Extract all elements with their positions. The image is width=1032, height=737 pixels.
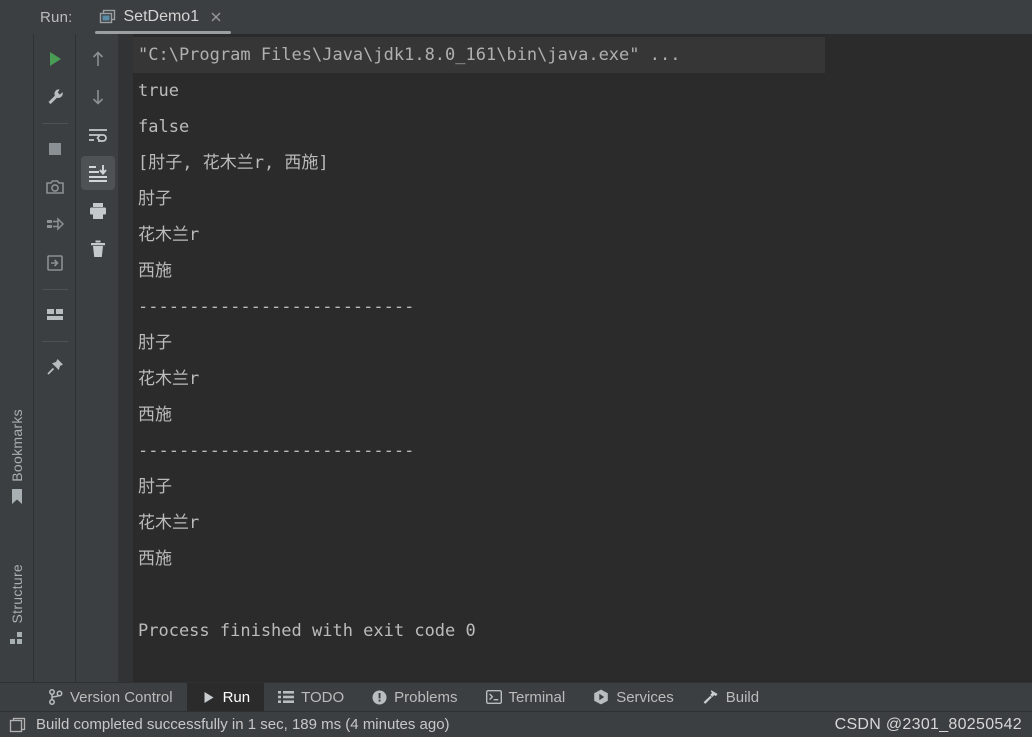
tool-window-tab-label: Terminal (508, 688, 566, 706)
console-line: 西施 (138, 549, 172, 569)
dump-threads-button[interactable] (38, 208, 72, 242)
up-the-stack-trace-button[interactable] (81, 42, 115, 76)
services-icon (593, 689, 609, 705)
rerun-button[interactable] (38, 42, 72, 76)
run-label: Run: (40, 8, 73, 26)
toolbar-separator (42, 289, 68, 290)
structure-icon (9, 630, 25, 646)
stop-square-icon (46, 140, 64, 158)
tool-window-tab-run[interactable]: Run (186, 682, 265, 712)
down-the-stack-trace-button[interactable] (81, 80, 115, 114)
hammer-icon (702, 689, 719, 705)
restore-window-icon (45, 253, 65, 273)
console-line: --------------------------- (138, 441, 415, 461)
watermark: CSDN @2301_80250542 (834, 715, 1022, 733)
play-icon (201, 690, 216, 705)
tool-window-tab-build[interactable]: Build (688, 683, 773, 712)
console-line: 花木兰r (138, 225, 200, 245)
toolbar-separator (42, 341, 68, 342)
console-line: "C:\Program Files\Java\jdk1.8.0_161\bin\… (133, 37, 825, 73)
run-configuration-icon (99, 9, 116, 25)
tool-window-tab-label: TODO (301, 688, 345, 706)
build-status-message: Build completed successfully in 1 sec, 1… (36, 716, 450, 733)
wrench-icon (45, 87, 65, 107)
pin-icon (45, 357, 65, 377)
edit-configuration-button[interactable] (38, 80, 72, 114)
run-toolbar-primary (35, 34, 76, 682)
thread-dump-icon (45, 215, 65, 235)
trash-icon (88, 239, 108, 259)
console-line: --------------------------- (138, 297, 415, 317)
run-tab-setdemo1[interactable]: SetDemo1 (94, 0, 232, 34)
branch-icon (48, 689, 63, 705)
tool-window-tab-label: Problems (394, 688, 458, 706)
soft-wrap-button[interactable] (81, 118, 115, 152)
warning-circle-icon (372, 690, 387, 705)
sidebar-tab-structure[interactable]: Structure (0, 564, 34, 646)
run-toolbar-console (77, 34, 118, 682)
console-line: 肘子 (138, 477, 172, 497)
status-bar: Build completed successfully in 1 sec, 1… (0, 711, 1032, 737)
ide-run-window: Run: SetDemo1 Bookmarks Structure "C:\Pr… (0, 0, 1032, 737)
bookmark-icon (10, 488, 24, 505)
console-line: 肘子 (138, 333, 172, 353)
tool-window-tab-label: Version Control (70, 688, 173, 706)
sidebar-tab-bookmarks[interactable]: Bookmarks (0, 409, 34, 505)
print-button[interactable] (81, 194, 115, 228)
console-line: true (138, 81, 179, 101)
soft-wrap-icon (87, 126, 109, 144)
pin-tab-button[interactable] (38, 350, 72, 384)
console-line: 西施 (138, 405, 172, 425)
tool-window-bar: Version Control Run TODO Problems Terminal Se… (0, 682, 1032, 712)
sidebar-tab-structure-label: Structure (9, 564, 25, 624)
tool-window-tab-label: Build (725, 688, 760, 706)
tool-window-tab-version-control[interactable]: Version Control (34, 683, 187, 712)
run-tab-title: SetDemo1 (123, 8, 200, 25)
run-tab-strip: Run: SetDemo1 (0, 0, 1032, 34)
stop-button[interactable] (38, 132, 72, 166)
terminal-icon (485, 690, 502, 704)
console-line: Process finished with exit code 0 (138, 621, 476, 641)
printer-icon (88, 201, 108, 221)
clear-all-button[interactable] (81, 232, 115, 266)
play-icon (45, 49, 65, 69)
layout-icon (45, 307, 65, 323)
list-icon (278, 690, 295, 704)
scroll-to-end-button[interactable] (80, 156, 115, 190)
camera-icon (45, 178, 65, 196)
arrow-up-icon (89, 49, 107, 69)
console-line: false (138, 117, 190, 137)
console-line: 西施 (138, 261, 172, 281)
window-icon[interactable] (9, 717, 26, 733)
console-output[interactable]: "C:\Program Files\Java\jdk1.8.0_161\bin\… (133, 34, 1032, 682)
toolbar-separator (42, 123, 68, 124)
console-gutter (118, 34, 133, 682)
console-line: [肘子, 花木兰r, 西施] (138, 153, 329, 173)
tool-window-tab-label: Run (222, 688, 251, 706)
console-line: 花木兰r (138, 369, 200, 389)
screenshot-button[interactable] (38, 170, 72, 204)
console-line: 花木兰r (138, 513, 200, 533)
tool-window-tab-terminal[interactable]: Terminal (472, 683, 580, 712)
tool-window-tab-todo[interactable]: TODO (264, 683, 358, 712)
arrow-down-icon (89, 87, 107, 107)
tool-window-tab-services[interactable]: Services (579, 683, 688, 712)
close-icon[interactable] (207, 11, 225, 23)
sidebar-tab-bookmarks-label: Bookmarks (9, 409, 25, 482)
console-line: 肘子 (138, 189, 172, 209)
restore-layout-button[interactable] (38, 246, 72, 280)
tool-window-tab-label: Services (616, 688, 674, 706)
tool-window-tab-problems[interactable]: Problems (358, 683, 471, 712)
scroll-to-end-icon (87, 163, 109, 183)
layout-settings-button[interactable] (38, 298, 72, 332)
left-tool-rail: Bookmarks Structure (0, 34, 34, 682)
